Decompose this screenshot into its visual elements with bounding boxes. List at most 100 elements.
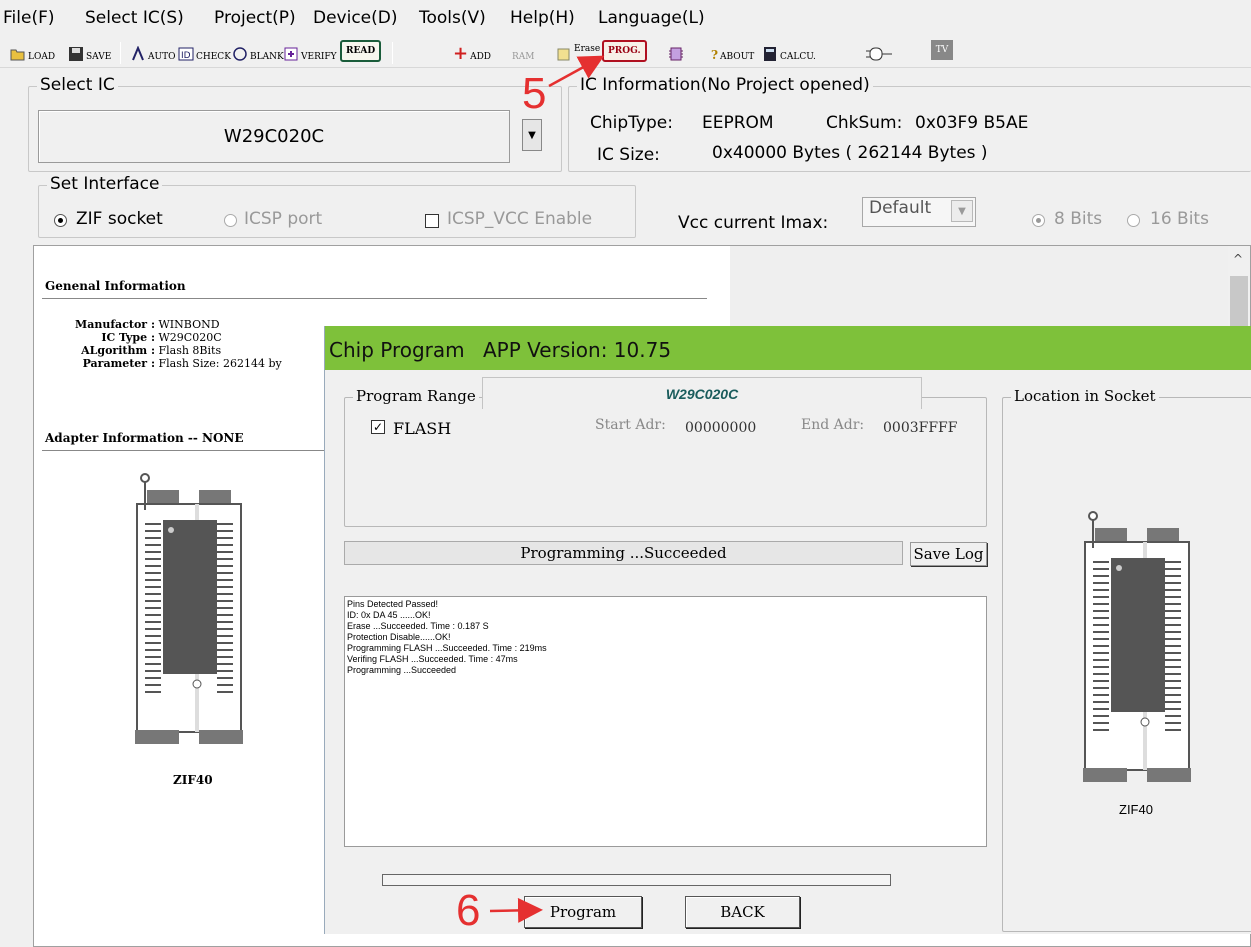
parameter-value: Flash Size: 262144 by: [158, 357, 282, 370]
tv-button[interactable]: TV: [931, 40, 953, 60]
chksum-value: 0x03F9 B5AE: [915, 113, 1029, 133]
interface-title: Set Interface: [47, 174, 163, 194]
id-check-icon: ID: [178, 47, 194, 61]
chksum-label: ChkSum:: [826, 113, 903, 133]
start-adr-label: Start Adr:: [595, 417, 666, 433]
chip-type-label: ChipType:: [590, 113, 673, 133]
bits-16-radio[interactable]: [1127, 214, 1140, 227]
ic-info-title: IC Information(No Project opened): [577, 75, 873, 95]
erase-button[interactable]: Erase: [556, 42, 600, 62]
info-right-pane: [730, 246, 1228, 326]
program-status: Programming ...Succeeded: [344, 541, 903, 565]
icsp-vcc-label: ICSP_VCC Enable: [447, 209, 593, 229]
program-chip-name: W29C020C: [482, 377, 922, 409]
bits-8-label: 8 Bits: [1054, 209, 1103, 229]
zif40-left-label: ZIF40: [173, 773, 213, 787]
chevron-up-icon: ^: [1233, 252, 1244, 266]
location-title: Location in Socket: [1011, 387, 1159, 405]
zif-socket-label: ZIF socket: [76, 209, 163, 229]
auto-button[interactable]: AUTO: [130, 42, 175, 62]
vcc-current-select[interactable]: Default ▼: [862, 197, 976, 227]
start-adr-value: 00000000: [685, 420, 757, 436]
menu-help[interactable]: Help(H): [510, 8, 575, 28]
zif40-socket-right-image: [1083, 511, 1191, 782]
general-info-rows: Manufactor : WINBOND IC Type : W29C020C …: [45, 318, 282, 370]
vertical-scrollbar[interactable]: ^: [1228, 246, 1250, 336]
end-adr-label: End Adr:: [801, 417, 865, 433]
dialog-title: Chip Program: [329, 338, 465, 362]
logic-gate-button[interactable]: [866, 42, 902, 62]
floppy-icon: [69, 47, 83, 61]
menu-language[interactable]: Language(L): [598, 8, 705, 28]
program-button[interactable]: Program: [524, 896, 642, 928]
menu-project[interactable]: Project(P): [214, 8, 296, 28]
menu-tools[interactable]: Tools(V): [419, 8, 486, 28]
menu-select-ic[interactable]: Select IC(S): [85, 8, 184, 28]
ic-size-value: 0x40000 Bytes ( 262144 Bytes ): [712, 143, 988, 163]
log-line: Erase ...Succeeded. Time : 0.187 S: [347, 621, 489, 631]
ic-size-label: IC Size:: [597, 145, 660, 165]
log-line: ID: 0x DA 45 ......OK!: [347, 610, 431, 620]
toolbar: LOAD SAVE AUTO ID CHECK BLANK VERIFY REA…: [0, 36, 1251, 68]
algorithm-value: Flash 8Bits: [158, 344, 222, 357]
question-icon: ?: [711, 48, 719, 62]
read-button[interactable]: READ: [340, 40, 382, 62]
auto-icon: [132, 46, 144, 61]
ic-dropdown-button[interactable]: ▼: [522, 119, 542, 151]
flash-checkbox[interactable]: ✓: [371, 420, 385, 434]
save-button[interactable]: SAVE: [68, 42, 111, 62]
menu-bar: File(F) Select IC(S) Project(P) Device(D…: [0, 0, 1251, 36]
verify-button[interactable]: VERIFY: [283, 42, 337, 62]
logic-gate-icon: [866, 47, 892, 61]
algorithm-label: ALgorithm :: [81, 344, 155, 357]
load-button[interactable]: LOAD: [10, 42, 55, 62]
chip-type-value: EEPROM: [702, 113, 774, 133]
bits-8-radio[interactable]: [1032, 214, 1045, 227]
selected-ic-display[interactable]: W29C020C: [38, 110, 510, 163]
menu-device[interactable]: Device(D): [313, 8, 398, 28]
program-log: Pins Detected Passed! ID: 0x DA 45 .....…: [344, 596, 987, 847]
vcc-current-label: Vcc current Imax:: [678, 213, 829, 233]
blank-button[interactable]: BLANK: [232, 42, 284, 62]
ic-type-value: W29C020C: [158, 331, 222, 344]
log-line: Protection Disable......OK!: [347, 632, 451, 642]
icsp-port-label: ICSP port: [244, 209, 323, 229]
log-line: Programming ...Succeeded: [347, 665, 457, 675]
parameter-label: Parameter :: [82, 357, 155, 370]
general-info-heading: Genenal Information: [45, 279, 186, 293]
icsp-port-radio[interactable]: [224, 214, 237, 227]
save-log-button[interactable]: Save Log: [910, 542, 987, 566]
caret-down-icon: ▼: [951, 200, 973, 222]
ic-type-label: IC Type :: [101, 331, 155, 344]
program-range-title: Program Range: [353, 387, 479, 405]
flash-label: FLASH: [393, 419, 452, 438]
caret-down-icon: ▼: [528, 129, 536, 141]
about-button[interactable]: ? ABOUT: [711, 42, 754, 62]
check-button[interactable]: ID CHECK: [178, 42, 231, 62]
svg-text:ID: ID: [181, 51, 191, 61]
menu-file[interactable]: File(F): [3, 8, 55, 28]
folder-open-icon: [10, 49, 25, 61]
zif40-socket-left-image: [135, 473, 243, 744]
zif-socket-radio[interactable]: [54, 214, 67, 227]
blank-check-icon: [233, 47, 247, 61]
dialog-title-bar: Chip Program APP Version: 10.75: [325, 326, 1251, 370]
add-button[interactable]: + ADD: [453, 42, 491, 63]
back-button[interactable]: BACK: [685, 896, 800, 928]
log-line: Programming FLASH ...Succeeded. Time : 2…: [347, 643, 547, 653]
manufactor-value: WINBOND: [158, 318, 220, 331]
chip-button[interactable]: [668, 42, 686, 62]
ram-button[interactable]: RAM: [512, 42, 535, 62]
log-line: Pins Detected Passed!: [347, 599, 439, 609]
adapter-info-heading: Adapter Information -- NONE: [45, 431, 244, 445]
calcu-button[interactable]: CALCU.: [762, 42, 816, 62]
eraser-icon: [557, 48, 570, 61]
prog-button[interactable]: PROG.: [602, 40, 647, 62]
chip-program-dialog: Chip Program APP Version: 10.75 Program …: [324, 326, 1251, 934]
zif40-right-label: ZIF40: [1119, 802, 1153, 817]
verify-icon: [284, 47, 298, 61]
select-ic-title: Select IC: [37, 75, 118, 95]
chip-icon: [669, 47, 683, 61]
manufactor-label: Manufactor :: [75, 318, 155, 331]
icsp-vcc-checkbox[interactable]: [425, 214, 439, 228]
